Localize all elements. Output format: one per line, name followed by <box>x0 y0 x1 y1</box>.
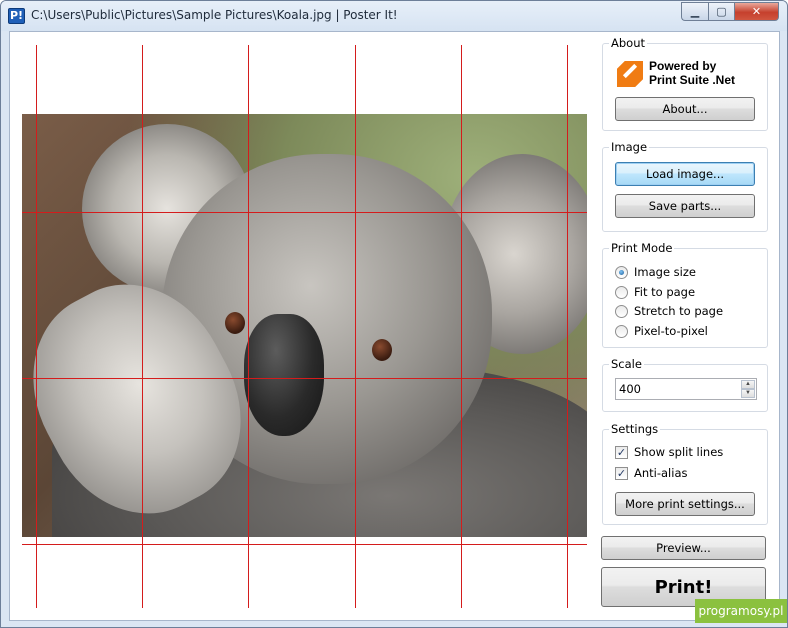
print-mode-group: Print Mode Image size Fit to page Stretc… <box>602 241 768 348</box>
settings-group-title: Settings <box>609 422 661 436</box>
split-line-vertical <box>142 45 143 608</box>
about-button[interactable]: About... <box>615 97 755 121</box>
split-line-vertical <box>567 45 568 608</box>
radio-label: Image size <box>634 265 696 279</box>
stepper-down-icon[interactable]: ▼ <box>741 389 755 398</box>
radio-image-size[interactable]: Image size <box>615 264 696 280</box>
image-group-title: Image <box>609 140 650 154</box>
split-line-vertical <box>461 45 462 608</box>
radio-button[interactable] <box>615 324 628 338</box>
logo-line-1: Powered by <box>649 59 717 73</box>
radio-fit-to-page[interactable]: Fit to page <box>615 284 695 300</box>
logo-line-2: Print Suite .Net <box>649 73 736 87</box>
radio-stretch-to-page[interactable]: Stretch to page <box>615 303 723 319</box>
title-bar[interactable]: P! C:\Users\Public\Pictures\Sample Pictu… <box>1 1 787 31</box>
about-group-title: About <box>609 36 648 50</box>
split-line-vertical <box>248 45 249 608</box>
split-line-vertical <box>355 45 356 608</box>
radio-label: Fit to page <box>634 285 696 299</box>
about-group: About Powered by Print Suite .Net About.… <box>602 36 768 131</box>
settings-group: Settings ✓ Show split lines ✓ Anti-alias… <box>602 422 768 525</box>
koala-eye-left <box>225 312 245 334</box>
image-group: Image Load image... Save parts... <box>602 140 768 232</box>
scale-input[interactable] <box>616 379 740 399</box>
save-parts-button[interactable]: Save parts... <box>615 194 755 218</box>
print-mode-group-title: Print Mode <box>609 241 675 255</box>
scale-group-title: Scale <box>609 357 644 371</box>
more-print-settings-button[interactable]: More print settings... <box>615 492 755 516</box>
print-suite-logo-icon <box>617 61 643 87</box>
maximize-button[interactable]: ▢ <box>708 2 734 21</box>
preview-button[interactable]: Preview... <box>601 536 766 560</box>
checkbox-label: Show split lines <box>634 445 724 459</box>
checkbox-checked-icon[interactable]: ✓ <box>615 466 628 480</box>
minimize-button[interactable]: ▁ <box>681 2 708 21</box>
app-icon[interactable]: P! <box>8 8 25 24</box>
split-line-vertical <box>36 45 37 608</box>
radio-button[interactable] <box>615 285 628 299</box>
radio-label: Pixel-to-pixel <box>634 324 708 338</box>
koala-nose <box>244 314 324 436</box>
radio-label: Stretch to page <box>634 304 724 318</box>
load-image-button[interactable]: Load image... <box>615 162 755 186</box>
checkbox-checked-icon[interactable]: ✓ <box>615 445 628 459</box>
watermark: programosy.pl <box>695 599 787 623</box>
split-line-horizontal <box>22 212 587 213</box>
window-title: C:\Users\Public\Pictures\Sample Pictures… <box>31 8 398 22</box>
radio-pixel-to-pixel[interactable]: Pixel-to-pixel <box>615 323 708 339</box>
split-line-horizontal <box>22 378 587 379</box>
caption-buttons: ▁ ▢ ✕ <box>681 2 779 21</box>
koala-eye-right <box>372 339 392 361</box>
scale-stepper-buttons: ▲ ▼ <box>741 380 755 398</box>
scale-group: Scale ▲ ▼ <box>602 357 768 412</box>
print-suite-logo: Powered by Print Suite .Net <box>617 59 757 89</box>
checkbox-label: Anti-alias <box>634 466 688 480</box>
split-line-horizontal <box>22 544 587 545</box>
radio-button[interactable] <box>615 304 628 318</box>
client-area: About Powered by Print Suite .Net About.… <box>9 31 780 621</box>
checkbox-show-split-lines[interactable]: ✓ Show split lines <box>615 444 723 460</box>
close-button[interactable]: ✕ <box>734 2 779 21</box>
checkbox-anti-alias[interactable]: ✓ Anti-alias <box>615 465 688 481</box>
scale-stepper[interactable]: ▲ ▼ <box>615 378 757 400</box>
app-window: P! C:\Users\Public\Pictures\Sample Pictu… <box>0 0 788 628</box>
logo-text: Powered by Print Suite .Net <box>649 59 735 87</box>
stepper-up-icon[interactable]: ▲ <box>741 380 755 389</box>
radio-button-checked[interactable] <box>615 265 628 279</box>
poster-preview[interactable] <box>10 32 595 622</box>
koala-image <box>22 114 587 537</box>
